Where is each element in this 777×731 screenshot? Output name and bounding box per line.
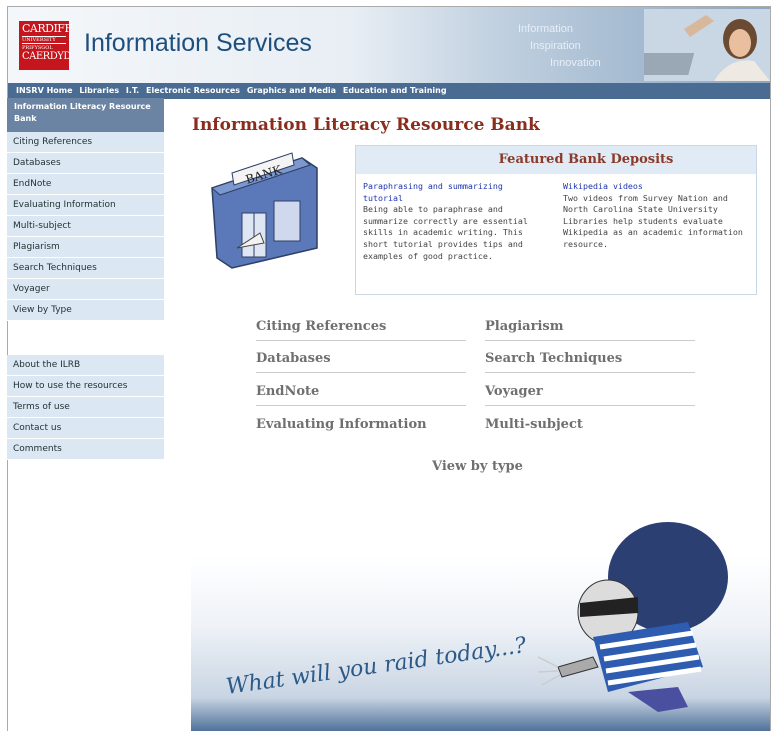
sidebar-item-about[interactable]: About the ILRB	[7, 355, 164, 376]
category-endnote[interactable]: EndNote	[256, 384, 466, 406]
tagline-information: Information	[518, 23, 574, 35]
site-title: Information Services	[84, 29, 312, 57]
sidebar: Information Literacy Resource Bank Citin…	[7, 98, 164, 460]
page-title: Information Literacy Resource Bank	[192, 115, 540, 135]
sidebar-item-comments[interactable]: Comments	[7, 439, 164, 460]
nav-it[interactable]: I.T.	[126, 86, 139, 95]
view-by-type-link[interactable]: View by type	[432, 459, 523, 474]
featured-deposit-1: Paraphrasing and summarizing tutorial Be…	[363, 181, 533, 262]
logo-line-4: CAERDYD	[22, 51, 71, 62]
category-databases[interactable]: Databases	[256, 351, 466, 373]
deposit-2-description: Two videos from Survey Nation and North …	[563, 192, 743, 249]
sidebar-item-plagiarism[interactable]: Plagiarism	[7, 237, 164, 258]
nav-insrv-home[interactable]: INSRV Home	[16, 86, 73, 95]
sidebar-item-view-by-type[interactable]: View by Type	[7, 300, 164, 321]
tagline-inspiration: Inspiration	[530, 40, 581, 52]
category-plagiarism[interactable]: Plagiarism	[485, 319, 695, 341]
category-voyager[interactable]: Voyager	[485, 384, 695, 406]
cardiff-university-logo[interactable]: CARDIFF UNIVERSITY PRIFYSGOL CAERDYD	[19, 21, 72, 70]
header-photo-student-with-laptop	[644, 9, 770, 81]
category-citing-references[interactable]: Citing References	[256, 319, 466, 341]
sidebar-item-citing-references[interactable]: Citing References	[7, 132, 164, 153]
sidebar-item-evaluating-information[interactable]: Evaluating Information	[7, 195, 164, 216]
category-multi-subject[interactable]: Multi-subject	[485, 417, 695, 439]
category-evaluating-information[interactable]: Evaluating Information	[256, 417, 466, 439]
logo-line-2: UNIVERSITY	[22, 36, 66, 44]
sidebar-item-databases[interactable]: Databases	[7, 153, 164, 174]
nav-electronic-resources[interactable]: Electronic Resources	[146, 86, 240, 95]
tagline-innovation: Innovation	[550, 57, 601, 69]
bank-building-illustration: BANK	[211, 152, 318, 269]
sidebar-item-endnote[interactable]: EndNote	[7, 174, 164, 195]
sidebar-item-multi-subject[interactable]: Multi-subject	[7, 216, 164, 237]
sidebar-item-how-to-use[interactable]: How to use the resources	[7, 376, 164, 397]
featured-heading: Featured Bank Deposits	[356, 146, 756, 174]
paraphrasing-tutorial-link[interactable]: Paraphrasing and summarizing tutorial	[363, 181, 533, 204]
nav-education-and-training[interactable]: Education and Training	[343, 86, 447, 95]
deposit-1-description: Being able to paraphrase and summarize c…	[363, 204, 528, 261]
tagline: Information Inspiration Innovation	[518, 21, 601, 72]
sidebar-item-terms-of-use[interactable]: Terms of use	[7, 397, 164, 418]
top-nav-bar: INSRV Home Libraries I.T. Electronic Res…	[8, 83, 770, 99]
site-header: CARDIFF UNIVERSITY PRIFYSGOL CAERDYD Inf…	[8, 7, 770, 83]
sidebar-item-voyager[interactable]: Voyager	[7, 279, 164, 300]
logo-line-1: CARDIFF	[22, 22, 72, 35]
burglar-with-loot-sack-illustration	[538, 522, 728, 712]
nav-graphics-and-media[interactable]: Graphics and Media	[247, 86, 336, 95]
nav-libraries[interactable]: Libraries	[79, 86, 119, 95]
sidebar-item-search-techniques[interactable]: Search Techniques	[7, 258, 164, 279]
category-search-techniques[interactable]: Search Techniques	[485, 351, 695, 373]
sidebar-heading[interactable]: Information Literacy Resource Bank	[7, 98, 164, 132]
wikipedia-videos-link[interactable]: Wikipedia videos	[563, 181, 743, 193]
featured-deposit-2: Wikipedia videos Two videos from Survey …	[563, 181, 743, 251]
sidebar-item-contact-us[interactable]: Contact us	[7, 418, 164, 439]
featured-bank-deposits: Featured Bank Deposits Paraphrasing and …	[355, 145, 757, 295]
